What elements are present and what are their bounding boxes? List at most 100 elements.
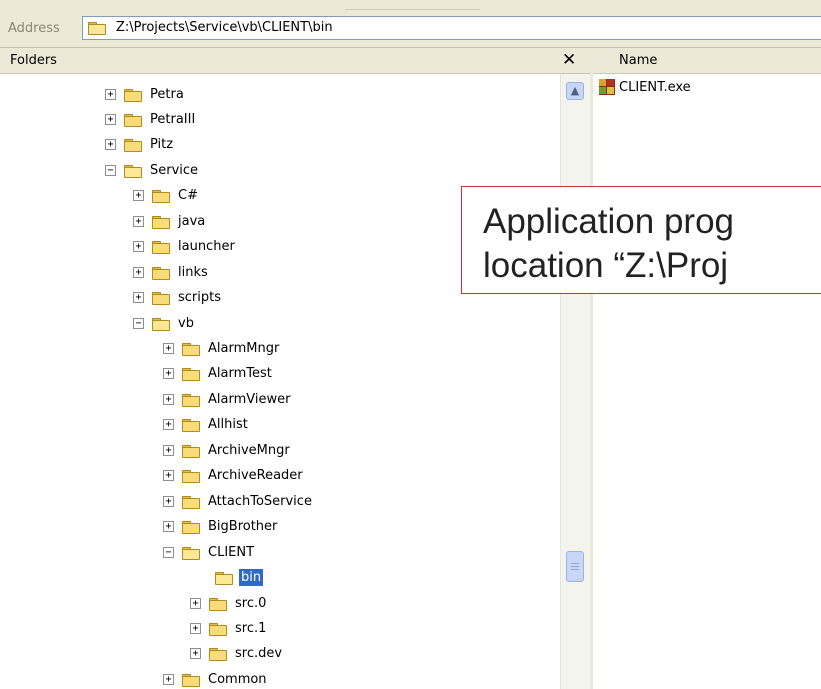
folder-icon — [182, 495, 200, 509]
expand-icon[interactable]: + — [190, 648, 201, 660]
expand-icon[interactable]: + — [133, 292, 144, 304]
tree-node-label: BigBrother — [208, 519, 278, 535]
tree-node[interactable]: + src.0 — [190, 591, 268, 615]
folder-icon — [152, 189, 170, 204]
expand-icon[interactable]: + — [133, 215, 144, 227]
tree-node[interactable]: + java — [133, 209, 207, 233]
scroll-up-icon[interactable]: ▲ — [566, 82, 584, 100]
tree-node-label: vb — [178, 315, 194, 331]
address-input[interactable]: Z:\Projects\Service\vb\CLIENT\bin — [82, 16, 821, 40]
tree-node[interactable]: + Common — [163, 667, 269, 689]
scroll-thumb[interactable] — [566, 551, 584, 582]
folder-icon — [182, 418, 200, 433]
folder-tree: + Petra + PetraIII + Pitz − Service + C# + java + lau… — [0, 74, 560, 689]
tree-node[interactable]: + ArchiveReader — [163, 464, 305, 488]
tree-node-label: AlarmViewer — [208, 391, 291, 407]
column-name-label: Name — [619, 53, 658, 68]
tree-node[interactable]: + Petra — [105, 82, 186, 106]
tree-node[interactable]: + ArchiveMngr — [163, 438, 292, 462]
tree-scrollbar[interactable]: ▲ — [560, 74, 590, 689]
folder-icon — [182, 546, 200, 560]
tree-node-label: PetraIII — [150, 111, 196, 127]
tree-node-label: C# — [178, 188, 198, 204]
expand-icon[interactable]: + — [163, 393, 174, 405]
tree-node[interactable]: + AttachToService — [163, 489, 314, 513]
file-item[interactable]: CLIENT.exe — [599, 78, 691, 96]
expand-icon[interactable]: + — [163, 673, 174, 685]
folder-icon — [209, 622, 227, 636]
folder-icon — [182, 342, 200, 356]
tree-node[interactable]: bin — [215, 566, 264, 590]
tree-node[interactable]: + scripts — [133, 286, 223, 310]
expand-icon[interactable]: + — [163, 495, 174, 507]
folder-icon — [182, 673, 200, 687]
tree-node-label: bin — [239, 569, 264, 587]
expand-icon[interactable]: + — [190, 597, 201, 609]
tree-node-label: ArchiveMngr — [208, 442, 290, 458]
tree-node-label: ArchiveReader — [208, 468, 303, 484]
close-icon[interactable]: ✕ — [562, 48, 576, 72]
address-label: Address — [8, 21, 60, 36]
expand-icon[interactable]: + — [163, 368, 174, 380]
expand-icon[interactable]: + — [163, 470, 174, 482]
tree-node[interactable]: + links — [133, 260, 210, 284]
tab-edge — [345, 0, 480, 10]
folder-icon — [152, 240, 170, 255]
tree-node[interactable]: + src.1 — [190, 616, 268, 640]
folder-icon — [124, 113, 142, 127]
folder-icon — [182, 444, 200, 458]
tree-node[interactable]: + AlarmViewer — [163, 387, 292, 411]
tree-node[interactable]: + PetraIII — [105, 107, 197, 131]
expand-icon[interactable]: + — [163, 444, 174, 456]
tree-node-label: Common — [208, 671, 267, 687]
folder-icon — [152, 266, 170, 280]
callout-line-1: Application prog — [483, 202, 734, 241]
callout-box: Application prog location “Z:\Proj — [461, 186, 821, 294]
tree-node[interactable]: + BigBrother — [163, 515, 279, 539]
expand-icon[interactable]: + — [105, 88, 116, 100]
folders-pane-title: Folders — [10, 53, 57, 68]
tree-node[interactable]: + C# — [133, 184, 200, 208]
tree-node[interactable]: + Pitz — [105, 133, 175, 157]
expand-icon[interactable]: + — [163, 521, 174, 533]
expand-icon[interactable]: + — [133, 241, 144, 253]
tree-node[interactable]: − vb — [133, 311, 196, 335]
tree-node[interactable]: − CLIENT — [163, 540, 256, 564]
tree-node-label: AlarmTest — [208, 366, 272, 382]
folders-pane-header: Folders ✕ — [0, 48, 590, 74]
tree-node-label: links — [178, 264, 208, 280]
tree-node-label: src.0 — [235, 595, 267, 611]
tree-node[interactable]: − Service — [105, 158, 200, 182]
expand-icon[interactable]: + — [190, 622, 201, 634]
expand-icon[interactable]: + — [105, 139, 116, 151]
folder-icon — [209, 647, 227, 662]
tree-node-label: Pitz — [150, 137, 174, 153]
expand-icon[interactable]: + — [163, 419, 174, 431]
column-header-name[interactable]: Name — [593, 48, 821, 74]
tree-node[interactable]: + src.dev — [190, 642, 284, 666]
folder-icon — [182, 367, 200, 382]
tree-node[interactable]: + Allhist — [163, 413, 250, 437]
files-pane: Name CLIENT.exe — [593, 48, 821, 689]
expand-icon[interactable]: + — [133, 266, 144, 278]
tree-node-label: Allhist — [208, 417, 248, 433]
collapse-icon[interactable]: − — [133, 317, 144, 329]
tree-node-label: launcher — [178, 239, 235, 255]
expand-icon[interactable]: + — [133, 190, 144, 202]
address-bar: Address Z:\Projects\Service\vb\CLIENT\bi… — [0, 10, 821, 48]
callout-line-2: location “Z:\Proj — [483, 246, 729, 285]
expand-icon[interactable]: + — [163, 343, 174, 354]
folder-icon — [152, 317, 170, 331]
collapse-icon[interactable]: − — [105, 164, 116, 176]
folder-icon — [209, 597, 227, 611]
tree-node-label: src.dev — [235, 646, 283, 662]
collapse-icon[interactable]: − — [163, 546, 174, 558]
tree-node-label: AttachToService — [208, 493, 312, 509]
window-top-strip — [0, 0, 821, 10]
tree-node[interactable]: + launcher — [133, 235, 237, 259]
exe-icon — [599, 79, 615, 95]
tree-node[interactable]: + AlarmMngr — [163, 337, 281, 361]
tree-node[interactable]: + AlarmTest — [163, 362, 274, 386]
expand-icon[interactable]: + — [105, 113, 116, 125]
folder-icon — [124, 88, 142, 102]
